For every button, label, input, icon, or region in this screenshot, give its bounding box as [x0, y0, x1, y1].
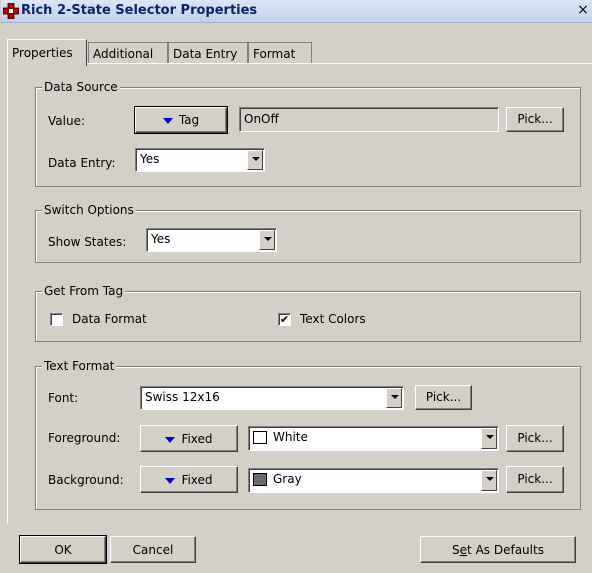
window-title: Rich 2-State Selector Properties — [21, 3, 258, 18]
foreground-color-select[interactable]: White — [248, 426, 499, 451]
text-format-title: Text Format — [42, 359, 117, 373]
cancel-button[interactable]: Cancel — [110, 536, 196, 563]
font-select[interactable]: Swiss 12x16 — [140, 386, 404, 410]
value-label: Value: — [48, 114, 85, 128]
chevron-down-icon[interactable] — [386, 388, 402, 408]
foreground-mode-button[interactable]: Fixed — [140, 425, 238, 452]
set-as-defaults-button[interactable]: Set As Defaults — [420, 536, 576, 563]
get-from-tag-title: Get From Tag — [42, 284, 126, 298]
tab-format[interactable]: Format — [248, 42, 312, 64]
value-pick-button[interactable]: Pick... — [506, 107, 564, 132]
tab-label: Format — [253, 47, 296, 61]
tab-label: Additional — [93, 47, 154, 61]
data-format-label: Data Format — [72, 312, 147, 326]
foreground-mode-label: Fixed — [181, 432, 213, 446]
defaults-mnemonic: e — [459, 543, 468, 557]
show-states-select[interactable]: Yes — [146, 228, 277, 252]
foreground-color-name: White — [273, 430, 308, 444]
switch-options-title: Switch Options — [42, 203, 136, 217]
value-mode-label: Tag — [178, 113, 200, 127]
text-colors-label: Text Colors — [300, 312, 366, 326]
font-value: Swiss 12x16 — [145, 390, 220, 404]
dropdown-triangle-icon — [162, 117, 173, 124]
text-colors-checkbox[interactable]: ✔ — [278, 313, 291, 326]
background-mode-label: Fixed — [181, 473, 213, 487]
data-entry-select[interactable]: Yes — [135, 148, 265, 172]
foreground-label: Foreground: — [48, 431, 121, 445]
background-pick-button[interactable]: Pick... — [506, 466, 564, 493]
app-icon — [3, 3, 19, 19]
background-color-name: Gray — [273, 472, 302, 486]
tab-label: Data Entry — [173, 47, 238, 61]
background-label: Background: — [48, 473, 124, 487]
tab-data-entry[interactable]: Data Entry — [168, 42, 248, 64]
properties-dialog: Rich 2-State Selector Properties × Prope… — [0, 0, 592, 573]
data-source-title: Data Source — [42, 80, 120, 94]
data-entry-label: Data Entry: — [48, 156, 116, 170]
data-entry-value: Yes — [140, 152, 160, 166]
foreground-pick-button[interactable]: Pick... — [506, 425, 564, 452]
tab-properties[interactable]: Properties — [7, 39, 87, 66]
show-states-value: Yes — [151, 232, 171, 246]
show-states-label: Show States: — [48, 235, 127, 249]
font-pick-button[interactable]: Pick... — [415, 385, 472, 410]
foreground-swatch — [253, 431, 267, 444]
data-format-checkbox[interactable] — [50, 313, 63, 326]
data-source-group: Data Source — [35, 80, 581, 187]
background-color-select[interactable]: Gray — [248, 468, 499, 493]
background-swatch — [253, 473, 267, 486]
checkmark-icon: ✔ — [279, 313, 290, 326]
tab-additional[interactable]: Additional — [88, 42, 168, 64]
ok-button[interactable]: OK — [20, 536, 106, 563]
defaults-label-start: S — [452, 543, 460, 557]
value-mode-button[interactable]: Tag — [135, 107, 227, 133]
title-bar[interactable]: Rich 2-State Selector Properties × — [1, 0, 592, 23]
dropdown-triangle-icon — [165, 436, 176, 443]
background-mode-button[interactable]: Fixed — [140, 466, 238, 493]
chevron-down-icon[interactable] — [481, 428, 497, 449]
close-icon[interactable]: × — [575, 3, 591, 18]
chevron-down-icon[interactable] — [481, 470, 497, 491]
value-tag-field[interactable]: OnOff — [239, 107, 499, 132]
chevron-down-icon[interactable] — [247, 150, 263, 170]
defaults-label-end: t As Defaults — [467, 543, 544, 557]
tab-label: Properties — [12, 46, 73, 60]
font-label: Font: — [48, 391, 79, 405]
dropdown-triangle-icon — [165, 477, 176, 484]
chevron-down-icon[interactable] — [259, 230, 275, 250]
